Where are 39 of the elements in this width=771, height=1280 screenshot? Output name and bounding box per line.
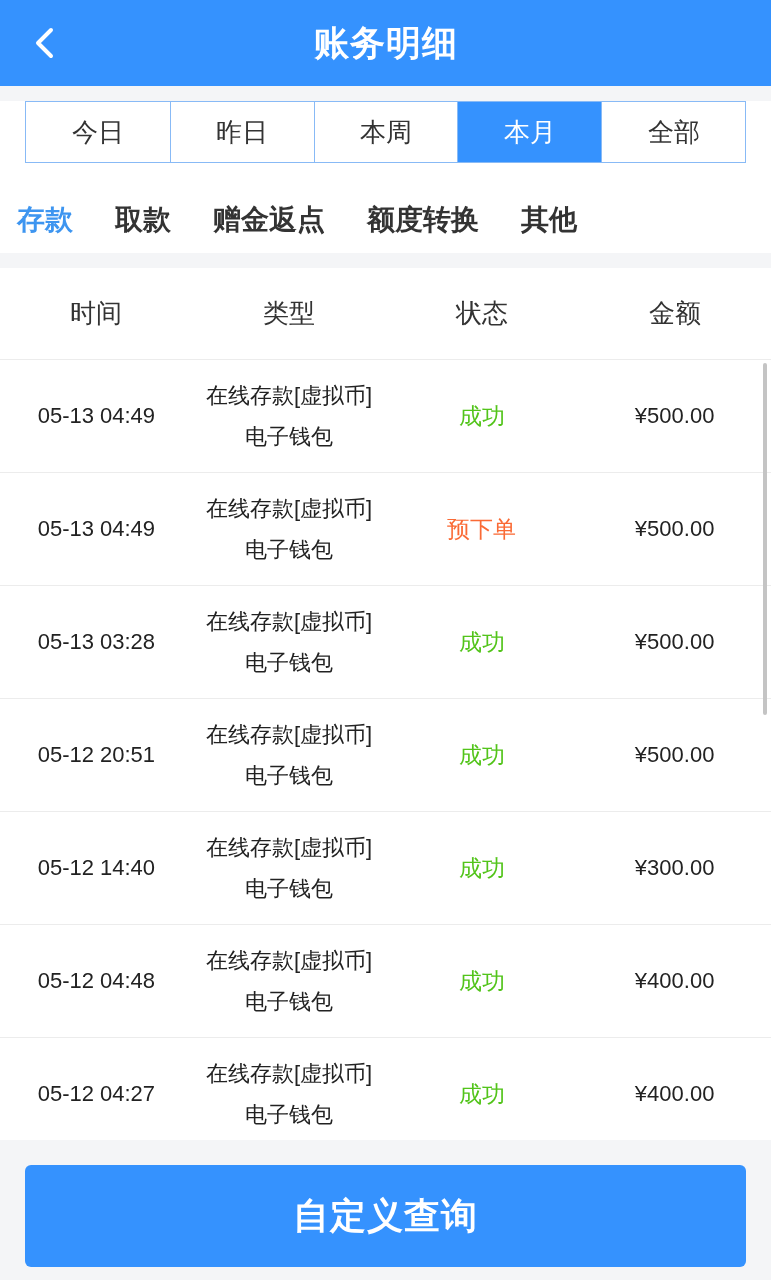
status-cell-text: 成功 bbox=[458, 401, 505, 431]
status-cell-text: 成功 bbox=[458, 1079, 505, 1109]
status-cell-text: 成功 bbox=[458, 853, 505, 883]
column-header: 类型 bbox=[263, 297, 316, 330]
amount-cell: ¥300.00 bbox=[634, 855, 715, 881]
time-cell: 05-13 04:49 bbox=[37, 403, 156, 429]
time-cell: 05-12 04:27 bbox=[37, 1081, 156, 1107]
status-cell-text: 成功 bbox=[458, 740, 505, 770]
status-cell-text: 成功 bbox=[458, 966, 505, 996]
amount-cell: ¥500.00 bbox=[634, 403, 715, 429]
category-tab[interactable]: 赠金返点 bbox=[213, 201, 325, 239]
type-cell-text: 在线存款[虚拟币] 电子钱包 bbox=[206, 721, 373, 790]
amount-cell: ¥400.00 bbox=[634, 968, 715, 994]
time-cell: 05-12 04:48 bbox=[37, 968, 156, 994]
time-cell: 05-12 20:51 bbox=[37, 742, 156, 768]
type-cell-text: 在线存款[虚拟币] 电子钱包 bbox=[206, 947, 373, 1016]
status-cell-text: 预下单 bbox=[447, 514, 517, 544]
amount-cell: ¥500.00 bbox=[634, 629, 715, 655]
page-title: 账务明细 bbox=[313, 21, 458, 64]
type-cell-text: 在线存款[虚拟币] 电子钱包 bbox=[206, 495, 373, 564]
status-cell-text: 成功 bbox=[458, 627, 505, 657]
category-tab[interactable]: 额度转换 bbox=[367, 201, 479, 239]
column-header: 状态 bbox=[455, 297, 508, 330]
type-cell-text: 在线存款[虚拟币] 电子钱包 bbox=[206, 834, 373, 903]
amount-cell: ¥500.00 bbox=[634, 742, 715, 768]
back-button[interactable] bbox=[34, 27, 54, 59]
type-cell-text: 在线存款[虚拟币] 电子钱包 bbox=[206, 382, 373, 451]
amount-cell: ¥500.00 bbox=[634, 516, 715, 542]
time-cell: 05-13 03:28 bbox=[37, 629, 156, 655]
type-cell-text: 在线存款[虚拟币] 电子钱包 bbox=[206, 1060, 373, 1129]
time-cell: 05-13 04:49 bbox=[37, 516, 156, 542]
type-cell-text: 在线存款[虚拟币] 电子钱包 bbox=[206, 608, 373, 677]
category-tab[interactable]: 取款 bbox=[115, 201, 171, 239]
column-header: 金额 bbox=[648, 297, 701, 330]
time-cell: 05-12 14:40 bbox=[37, 855, 156, 881]
back-icon bbox=[34, 27, 54, 59]
column-header: 时间 bbox=[70, 297, 123, 330]
category-tab[interactable]: 其他 bbox=[521, 201, 577, 239]
amount-cell: ¥400.00 bbox=[634, 1081, 715, 1107]
